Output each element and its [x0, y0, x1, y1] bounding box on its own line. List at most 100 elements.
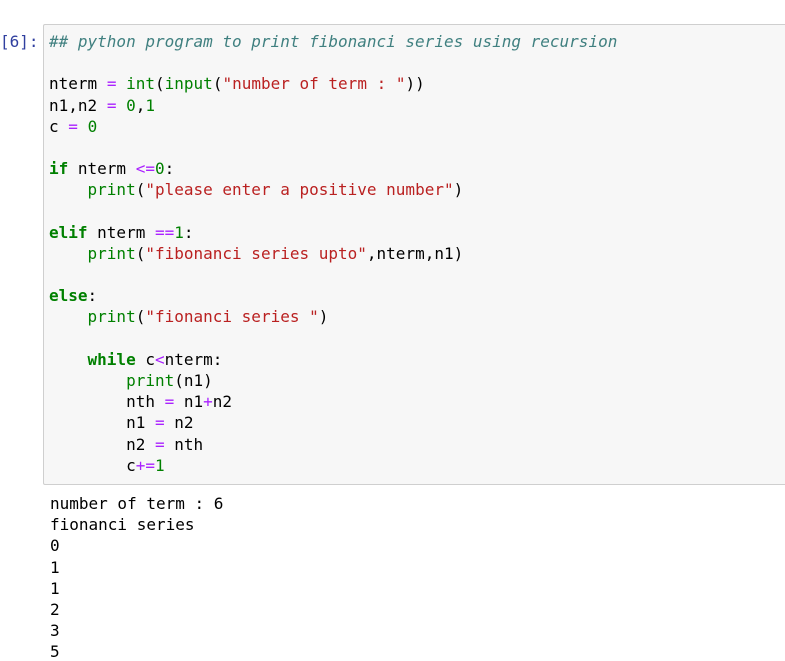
code-token: n1	[174, 392, 204, 412]
code-token: (n1)	[174, 371, 213, 390]
code-token: =	[68, 116, 78, 136]
cell-prompt: [6]:	[0, 32, 39, 51]
code-token: <	[154, 349, 165, 369]
code-token: print	[87, 180, 136, 200]
code-line: print("fionanci series ")	[49, 306, 617, 327]
code-token: (	[155, 74, 165, 94]
code-token: "please enter a positive number"	[145, 180, 454, 200]
code-line: while c<nterm:	[49, 349, 617, 370]
code-token: ,	[135, 95, 146, 115]
code-token: ==	[154, 222, 175, 242]
code-token: n2	[49, 434, 155, 454]
code-token: "fibonanci series upto"	[145, 243, 367, 263]
code-token: print	[87, 307, 136, 327]
cell-output: number of term : 6 fionanci series 0 1 1 2 3 5	[50, 493, 223, 661]
code-token: n2	[212, 392, 233, 412]
code-line: nterm = int(input("number of term : "))	[49, 73, 617, 94]
code-token: nterm:	[164, 349, 223, 369]
code-line: nth = n1+n2	[49, 391, 617, 412]
code-token: while	[87, 349, 136, 369]
output-line: 5	[50, 642, 60, 661]
code-cell-input[interactable]: ## python program to print fibonanci ser…	[43, 24, 785, 485]
code-token: "fionanci series "	[145, 307, 319, 327]
code-token: +=	[135, 455, 155, 475]
code-token: 1	[154, 455, 165, 475]
code-line: c+=1	[49, 455, 617, 476]
code-line: c = 0	[49, 116, 617, 137]
code-token: =	[106, 74, 117, 94]
code-token: =	[154, 413, 165, 433]
code-token: c	[49, 455, 136, 475]
code-token: if	[49, 159, 69, 179]
code-line: else:	[49, 285, 617, 306]
code-line: elif nterm ==1:	[49, 222, 617, 243]
notebook-top-strip	[0, 0, 785, 14]
code-token: c	[49, 116, 59, 136]
code-token: nth	[49, 392, 165, 412]
output-line: 1	[50, 557, 60, 577]
code-token: ## python program to print fibonanci ser…	[49, 32, 618, 51]
code-line: print(n1)	[49, 370, 617, 391]
code-token: ,nterm,n1)	[366, 243, 464, 263]
code-token: (	[135, 243, 146, 263]
code-line: n1,n2 = 0,1	[49, 95, 617, 116]
code-token: 0	[126, 95, 136, 115]
code-token: n1,n2	[49, 95, 98, 115]
code-token: "number of term : "	[222, 74, 406, 94]
output-line: 3	[50, 621, 60, 641]
code-line: print("please enter a positive number")	[49, 179, 617, 200]
code-token: print	[87, 243, 136, 263]
code-token: elif	[49, 222, 88, 242]
code-token: )	[453, 180, 464, 200]
code-token: +	[203, 392, 213, 412]
code-token: <=	[135, 159, 155, 179]
code-token: 0	[154, 159, 165, 179]
code-token: print	[126, 371, 175, 390]
code-token: n2	[164, 413, 194, 433]
code-token: (	[212, 74, 223, 94]
code-token: else	[49, 286, 88, 306]
output-line: 0	[50, 536, 60, 556]
code-token: 1	[174, 222, 184, 242]
output-line: fionanci series	[50, 515, 195, 535]
output-line: 1	[50, 578, 60, 598]
code-token: =	[106, 95, 117, 115]
code-token: =	[154, 434, 165, 454]
code-line: if nterm <=0:	[49, 158, 617, 179]
code-line: n1 = n2	[49, 412, 617, 433]
code-token: =	[164, 392, 175, 412]
code-token: (	[135, 180, 146, 200]
code-token: nterm	[68, 159, 136, 179]
code-line: print("fibonanci series upto",nterm,n1)	[49, 243, 617, 264]
code-line: n2 = nth	[49, 434, 617, 455]
code-token: :	[87, 286, 98, 306]
code-token: :	[183, 222, 194, 242]
code-token: )	[318, 307, 329, 327]
code-token: nth	[164, 434, 204, 454]
code-token: (	[135, 307, 146, 327]
output-line: number of term : 6	[50, 494, 224, 513]
code-line: ## python program to print fibonanci ser…	[49, 31, 617, 52]
code-token: ))	[405, 74, 425, 94]
code-token: :	[164, 159, 175, 179]
code-token: n1	[49, 413, 155, 433]
code-token: input	[164, 74, 213, 94]
code-token: int	[126, 74, 155, 94]
code-editor[interactable]: ## python program to print fibonanci ser…	[49, 31, 617, 476]
output-line: 2	[50, 599, 60, 619]
code-token: nterm	[49, 74, 98, 94]
